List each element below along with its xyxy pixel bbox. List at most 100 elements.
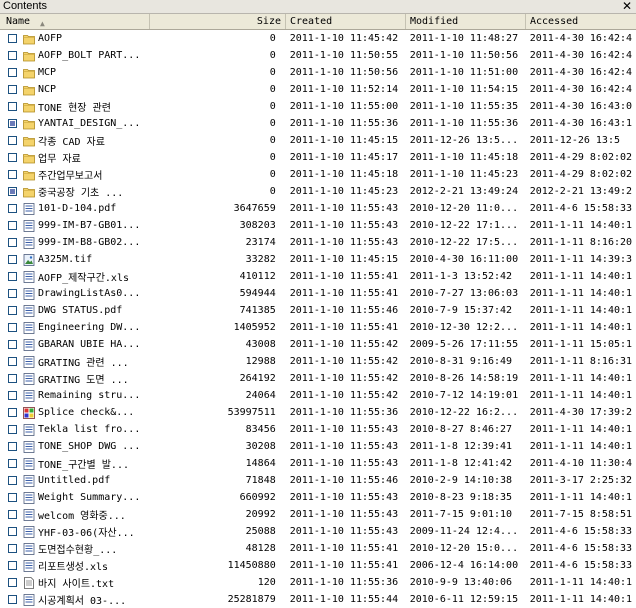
file-row[interactable]: welcom 영화중... 20992 2011-1-10 11:55:43 2011… [0,506,636,523]
column-header-created[interactable]: Created [286,14,406,29]
file-modified: 2010-8-27 8:46:27 [409,424,513,435]
row-checkbox[interactable] [8,374,17,383]
column-header-name[interactable]: Name ▲ [0,14,150,29]
row-checkbox[interactable] [8,34,17,43]
file-row[interactable]: AOFP 0 2011-1-10 11:45:42 2011-1-10 11:48:2… [0,30,636,47]
file-size: 12988 [245,356,276,367]
file-row[interactable]: AOFP_제작구간.xls 410112 2011-1-10 11:55:41 201… [0,268,636,285]
file-row[interactable]: 999-IM-B8-GB02... 23174 2011-1-10 11:55:43… [0,234,636,251]
row-checkbox[interactable] [8,391,17,400]
close-icon[interactable]: ✕ [622,0,632,13]
file-row[interactable]: Remaining stru... 24064 2011-1-10 11:55:42… [0,387,636,404]
file-accessed: 2011-1-11 14:40:1 [529,373,633,384]
file-row[interactable]: DrawingListAs0... 594944 2011-1-10 11:55:4… [0,285,636,302]
file-row[interactable]: TONE_구간별 발... 14864 2011-1-10 11:55:43 2011… [0,455,636,472]
file-name: 도면접수현황_... [38,545,118,556]
file-accessed: 2011-1-11 14:40:1 [529,441,633,452]
row-checkbox[interactable] [8,425,17,434]
row-checkbox[interactable] [8,187,17,196]
row-checkbox[interactable] [8,578,17,587]
row-checkbox[interactable] [8,340,17,349]
file-created: 2011-1-10 11:55:41 [289,271,399,282]
file-size: 0 [269,50,276,61]
file-row[interactable]: AOFP_BOLT PART... 0 2011-1-10 11:50:55 2011… [0,47,636,64]
row-checkbox[interactable] [8,306,17,315]
row-checkbox[interactable] [8,85,17,94]
file-modified: 2011-1-10 11:50:56 [409,50,519,61]
file-created: 2011-1-10 11:55:41 [289,288,399,299]
file-row[interactable]: GRATING 관련 ... 12988 2011-1-10 11:55:42 201… [0,353,636,370]
spreadsheet-icon [23,559,35,572]
row-checkbox[interactable] [8,68,17,77]
file-row[interactable]: 리포트생성.xls 11450880 2011-1-10 11:55:41 2006-… [0,557,636,574]
row-checkbox[interactable] [8,119,17,128]
file-size: 25281879 [227,594,276,605]
file-row[interactable]: DWG STATUS.pdf 741385 2011-1-10 11:55:46 20… [0,302,636,319]
row-checkbox[interactable] [8,357,17,366]
file-row[interactable]: 업무 자료 0 2011-1-10 11:45:17 2011-1-10 11:45:… [0,149,636,166]
file-row[interactable]: 주간업무보고서 0 2011-1-10 11:45:18 2011-1-10 11:4… [0,166,636,183]
file-row[interactable]: GRATING 도면 ... 264192 2011-1-10 11:55:42 20… [0,370,636,387]
file-accessed: 2011-1-11 14:40:1 [529,305,633,316]
row-checkbox[interactable] [8,323,17,332]
file-row[interactable]: Weight Summary... 660992 2011-1-10 11:55:4… [0,489,636,506]
file-accessed: 2011-4-30 16:42:4 [529,50,633,61]
file-modified: 2010-7-27 13:06:03 [409,288,519,299]
file-name: 중국공장 기초 ... [38,188,124,199]
row-checkbox[interactable] [8,442,17,451]
spreadsheet-icon [23,508,35,521]
file-row[interactable]: 각종 CAD 자료 0 2011-1-10 11:45:15 2011-12-26 1… [0,132,636,149]
file-row[interactable]: YHF-03-06(자산... 25088 2011-1-10 11:55:43 20… [0,523,636,540]
file-row[interactable]: 바지 사이트.txt 120 2011-1-10 11:55:36 2010-9-9 … [0,574,636,591]
row-checkbox[interactable] [8,170,17,179]
file-row[interactable]: MCP 0 2011-1-10 11:50:56 2011-1-10 11:51:00… [0,64,636,81]
row-checkbox[interactable] [8,272,17,281]
row-checkbox[interactable] [8,459,17,468]
file-name: welcom 영화중... [38,511,126,522]
file-row[interactable]: GBARAN UBIE HA... 43008 2011-1-10 11:55:42… [0,336,636,353]
file-name: TONE_SHOP DWG ... [38,441,141,452]
row-checkbox[interactable] [8,51,17,60]
file-size: 0 [269,84,276,95]
row-checkbox[interactable] [8,476,17,485]
row-checkbox[interactable] [8,238,17,247]
row-checkbox[interactable] [8,102,17,111]
row-checkbox[interactable] [8,153,17,162]
spreadsheet-icon [23,423,35,436]
file-row[interactable]: NCP 0 2011-1-10 11:52:14 2011-1-10 11:54:15… [0,81,636,98]
file-row[interactable]: TONE_SHOP DWG ... 30208 2011-1-10 11:55:43… [0,438,636,455]
row-checkbox[interactable] [8,561,17,570]
row-checkbox[interactable] [8,493,17,502]
file-row[interactable]: 101-D-104.pdf 3647659 2011-1-10 11:55:43 20… [0,200,636,217]
column-header-size[interactable]: Size [150,14,286,29]
row-checkbox[interactable] [8,408,17,417]
row-checkbox[interactable] [8,136,17,145]
file-name: AOFP_제작구간.xls [38,273,129,284]
file-row[interactable]: YANTAI_DESIGN_... 0 2011-1-10 11:55:36 2011… [0,115,636,132]
file-row[interactable]: 999-IM-B7-GB01... 308203 2011-1-10 11:55:4… [0,217,636,234]
row-checkbox[interactable] [8,289,17,298]
file-row[interactable]: TONE 현장 관련 0 2011-1-10 11:55:00 2011-1-10 1… [0,98,636,115]
file-row[interactable]: 시공계획서 03-... 25281879 2011-1-10 11:55:44 20… [0,591,636,608]
file-row[interactable]: Engineering DW... 1405952 2011-1-10 11:55:… [0,319,636,336]
row-checkbox[interactable] [8,221,17,230]
row-checkbox[interactable] [8,204,17,213]
row-checkbox[interactable] [8,255,17,264]
column-header-accessed[interactable]: Accessed [526,14,636,29]
column-header-modified[interactable]: Modified [406,14,526,29]
file-row[interactable]: 중국공장 기초 ... 0 2011-1-10 11:45:23 2012-2-21 … [0,183,636,200]
file-row[interactable]: A325M.tif 33282 2011-1-10 11:45:15 2010-4-3… [0,251,636,268]
row-checkbox[interactable] [8,544,17,553]
file-size: 308203 [239,220,276,231]
row-checkbox[interactable] [8,527,17,536]
file-created: 2011-1-10 11:55:43 [289,220,399,231]
file-row[interactable]: Splice check&... 53997511 2011-1-10 11:55:… [0,404,636,421]
file-created: 2011-1-10 11:55:41 [289,560,399,571]
row-checkbox[interactable] [8,595,17,604]
row-checkbox[interactable] [8,510,17,519]
file-name: YANTAI_DESIGN_... [38,118,141,129]
file-row[interactable]: Tekla list fro... 83456 2011-1-10 11:55:43… [0,421,636,438]
file-row[interactable]: Untitled.pdf 71848 2011-1-10 11:55:46 2010-… [0,472,636,489]
file-row[interactable]: 도면접수현황_... 48128 2011-1-10 11:55:41 2010-12… [0,540,636,557]
file-created: 2011-1-10 11:55:42 [289,373,399,384]
